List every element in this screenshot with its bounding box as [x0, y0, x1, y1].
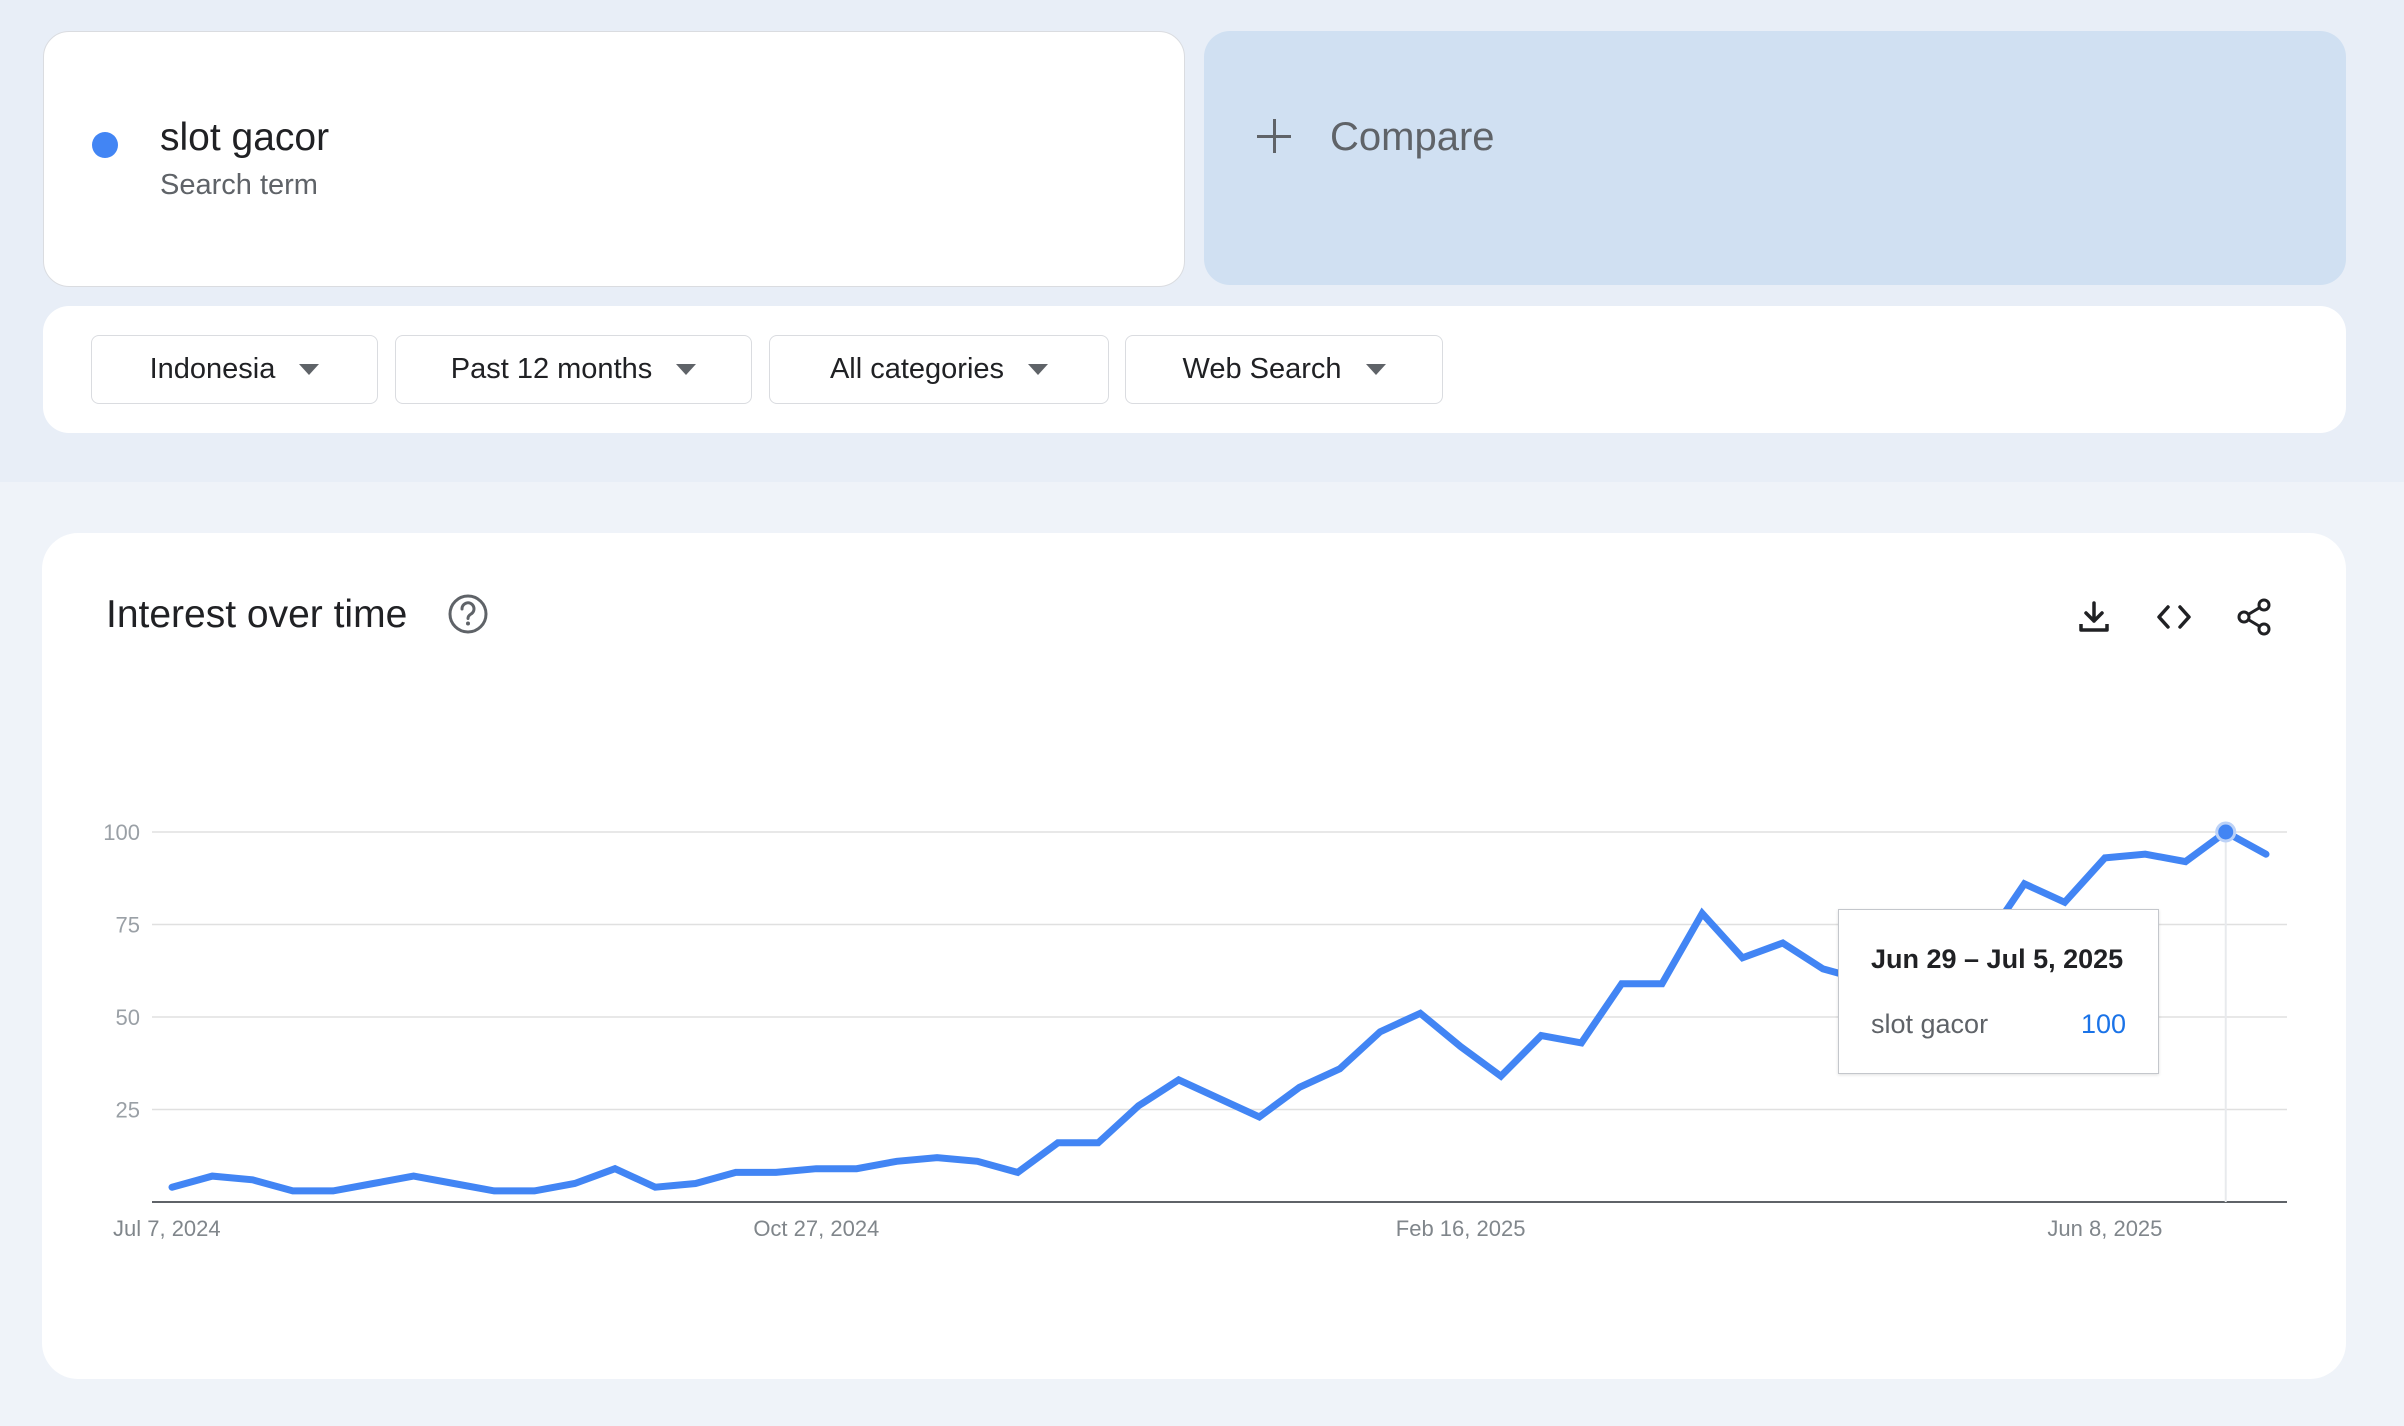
- filter-bar: Indonesia Past 12 months All categories …: [43, 306, 2346, 433]
- filter-time-range-label: Past 12 months: [450, 353, 653, 385]
- filter-location-label: Indonesia: [149, 353, 276, 385]
- y-tick-label: 25: [116, 1098, 140, 1123]
- interest-over-time-card: Interest over time 25 50 75 100 Jul 7, 2024 O…: [42, 533, 2346, 1379]
- filter-location[interactable]: Indonesia: [91, 335, 378, 404]
- filter-category[interactable]: All categories: [769, 335, 1109, 404]
- dropdown-arrow-icon: [676, 364, 697, 375]
- tooltip-term: slot gacor: [1871, 1009, 1989, 1039]
- compare-button[interactable]: Compare: [1204, 31, 2346, 285]
- dropdown-arrow-icon: [1028, 364, 1049, 375]
- y-tick-label: 100: [103, 820, 140, 845]
- y-tick-label: 75: [116, 913, 140, 938]
- dropdown-arrow-icon: [1365, 364, 1386, 375]
- search-term-name[interactable]: slot gacor: [160, 116, 329, 160]
- y-tick-label: 50: [116, 1005, 140, 1030]
- tooltip-value: 100: [2080, 1009, 2126, 1039]
- tooltip-date: Jun 29 – Jul 5, 2025: [1871, 944, 2124, 974]
- x-tick-label: Oct 27, 2024: [753, 1216, 879, 1241]
- compare-label: Compare: [1330, 115, 1495, 159]
- series-color-dot: [92, 132, 118, 158]
- filter-search-type[interactable]: Web Search: [1125, 335, 1443, 404]
- highlight-point: [2215, 821, 2237, 843]
- filter-time-range[interactable]: Past 12 months: [395, 335, 752, 404]
- x-tick-label: Jun 8, 2025: [2047, 1216, 2162, 1241]
- filter-category-label: All categories: [829, 353, 1005, 385]
- filter-search-type-label: Web Search: [1182, 353, 1342, 385]
- x-tick-label: Jul 7, 2024: [113, 1216, 221, 1241]
- search-term-card[interactable]: slot gacor Search term: [43, 31, 1185, 287]
- search-term-subtitle: Search term: [160, 169, 318, 201]
- plus-icon: [1257, 119, 1291, 153]
- chart-tooltip: Jun 29 – Jul 5, 2025 slot gacor 100: [1838, 909, 2159, 1074]
- dropdown-arrow-icon: [299, 364, 320, 375]
- x-tick-label: Feb 16, 2025: [1396, 1216, 1526, 1241]
